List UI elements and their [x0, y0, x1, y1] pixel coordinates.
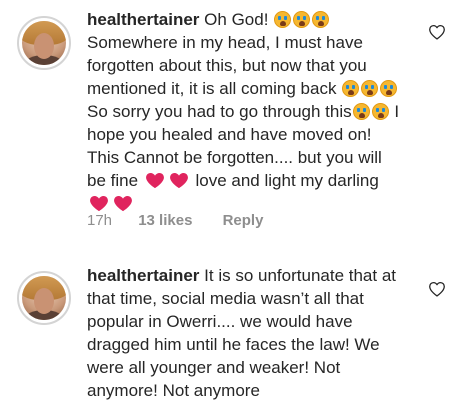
comment-text-segment: Somewhere in my head, I must have forgot…	[87, 33, 367, 98]
comment-time: 17h	[87, 212, 113, 229]
username[interactable]: healthertainer	[87, 10, 199, 29]
avatar[interactable]	[17, 16, 71, 70]
heart-emoji	[114, 196, 132, 212]
comment-text: healthertainer Oh God! Somewhere in my h…	[87, 8, 405, 215]
comment-meta: 17h 13 likes Reply	[87, 212, 263, 229]
comment-text-segment: So sorry you had to go through this	[87, 102, 352, 121]
crying-face-emoji	[380, 80, 398, 97]
crying-face-emoji	[274, 11, 292, 28]
comment-1: healthertainer Oh God! Somewhere in my h…	[0, 0, 462, 250]
heart-outline-icon[interactable]	[428, 24, 446, 40]
likes-count[interactable]: 13 likes	[138, 212, 192, 229]
crying-face-emoji	[352, 103, 370, 120]
comment-body: It is so unfortunate that at that time, …	[87, 266, 397, 400]
heart-emoji	[145, 173, 164, 189]
reply-button[interactable]: Reply	[223, 212, 264, 229]
comment-text-segment: love and light my darling	[190, 171, 379, 190]
crying-face-emoji	[361, 80, 379, 97]
heart-outline-icon[interactable]	[428, 281, 446, 297]
comment-text: healthertainer It is so unfortunate that…	[87, 264, 405, 402]
comment-text-segment: Oh God!	[204, 10, 274, 29]
heart-emoji	[169, 173, 188, 189]
crying-face-emoji	[342, 80, 360, 97]
crying-face-emoji	[312, 11, 330, 28]
profile-photo	[22, 276, 66, 320]
avatar[interactable]	[17, 271, 71, 325]
username[interactable]: healthertainer	[87, 266, 199, 285]
profile-photo	[22, 21, 66, 65]
crying-face-emoji	[293, 11, 311, 28]
heart-emoji	[90, 196, 108, 212]
crying-face-emoji	[371, 103, 389, 120]
